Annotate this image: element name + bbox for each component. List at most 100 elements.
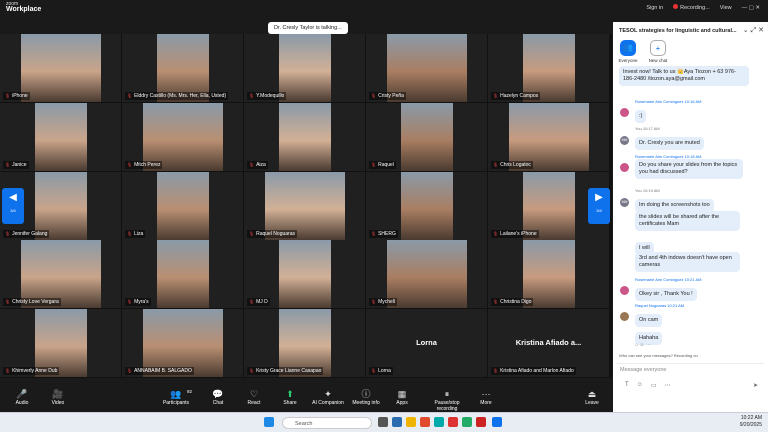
- audio-button[interactable]: 🎤 Audio: [4, 389, 40, 406]
- participant-tile[interactable]: Janice: [0, 103, 121, 171]
- recording-indicator[interactable]: Recording...: [673, 4, 710, 11]
- video-button[interactable]: 🎥 Video: [40, 389, 76, 406]
- emoji-icon[interactable]: ☺: [637, 382, 643, 389]
- toolbar-label: React: [247, 400, 261, 406]
- window-controls[interactable]: — ▢ ✕: [742, 5, 760, 11]
- message-list[interactable]: Invest now! Talk to us 👑Aya Tiozon + 63 …: [613, 66, 768, 352]
- toolbar-label: Audio: [15, 400, 29, 406]
- participant-video: [34, 103, 87, 171]
- toolbar-label: More: [480, 400, 492, 406]
- react-button[interactable]: ♡ React: [236, 389, 272, 406]
- tab-new-chat[interactable]: + New chat: [647, 40, 669, 63]
- ai-companion-button[interactable]: ✦ AI Companion: [310, 389, 346, 406]
- app-icon[interactable]: [378, 417, 388, 427]
- prev-page-button[interactable]: ◀ 3/4: [2, 188, 24, 224]
- pause-stop-recording-icon: ⏸: [444, 389, 450, 399]
- toolbar-label: Apps: [396, 400, 408, 406]
- participant-tile[interactable]: Aiza: [244, 103, 365, 171]
- view-button[interactable]: View: [720, 5, 732, 11]
- participant-video: [386, 240, 467, 308]
- participant-tile[interactable]: Cristy Peña: [366, 34, 487, 102]
- participant-tile[interactable]: Hazelyn Campos: [488, 34, 609, 102]
- apps-button[interactable]: ▦ Apps: [384, 389, 420, 406]
- active-speaker-banner: Dr. Cresly Taylor is talking...: [268, 22, 348, 34]
- chat-message: :): [635, 110, 647, 123]
- participant-tile[interactable]: Chris Logatoc: [488, 103, 609, 171]
- participant-name: Jennifer Galang: [3, 230, 50, 238]
- app-icon[interactable]: [476, 417, 486, 427]
- meeting-info-button[interactable]: ⓘ Meeting info: [348, 389, 384, 406]
- more-icon[interactable]: ⋯: [664, 382, 670, 389]
- more-button[interactable]: ⋯ More: [468, 389, 504, 406]
- participant-tile[interactable]: MJ D: [244, 240, 365, 308]
- reaction-icons[interactable]: ⌂ ☺ ⋯: [635, 342, 651, 348]
- message-meta: Rosemarie Aim Cominguez 10:16 AM: [635, 99, 702, 104]
- participant-name: Mitch Perez: [125, 161, 163, 169]
- format-icon[interactable]: T: [625, 382, 629, 389]
- participant-tile[interactable]: Mitch Perez: [122, 103, 243, 171]
- participant-tile[interactable]: Raquel Noguaras: [244, 172, 365, 240]
- chat-window-controls[interactable]: ⌄ ⤢ ✕: [743, 26, 764, 35]
- toolbar-label: Video: [51, 400, 65, 406]
- app-icon[interactable]: [462, 417, 472, 427]
- tab-everyone[interactable]: 👥 Everyone: [617, 40, 639, 63]
- participant-count: 92: [186, 389, 192, 394]
- message-meta: You 10:19 AM: [635, 188, 660, 193]
- file-icon[interactable]: ▭: [651, 382, 657, 389]
- participant-tile[interactable]: Kristina Afiado a... Kristina Afiado and …: [488, 309, 609, 377]
- participant-tile[interactable]: Liza: [122, 172, 243, 240]
- chat-button[interactable]: 💬 Chat: [200, 389, 236, 406]
- app-icon[interactable]: [448, 417, 458, 427]
- participant-name: iPhone: [3, 92, 30, 100]
- zoom-app-icon[interactable]: [492, 417, 502, 427]
- participant-display-name: Lorna: [416, 337, 437, 347]
- send-icon[interactable]: ➤: [753, 382, 758, 389]
- start-icon[interactable]: [264, 417, 274, 427]
- participant-tile[interactable]: Khimverly Anne Dub: [0, 309, 121, 377]
- participant-name: Y.Modequillo: [247, 92, 287, 100]
- app-icon[interactable]: [434, 417, 444, 427]
- participants-button[interactable]: 👥 Participants 92: [158, 389, 194, 406]
- share-button[interactable]: ⬆ Share: [272, 389, 308, 406]
- participant-tile[interactable]: Y.Modequillo: [244, 34, 365, 102]
- participant-tile[interactable]: Christina Digo: [488, 240, 609, 308]
- participant-tile[interactable]: Raquel: [366, 103, 487, 171]
- system-clock[interactable]: 10:22 AM 9/20/2025: [740, 415, 762, 429]
- meeting-info-icon: ⓘ: [361, 389, 371, 399]
- toolbar-label: AI Companion: [312, 400, 344, 406]
- participant-tile[interactable]: iPhone: [0, 34, 121, 102]
- participant-tile[interactable]: Christy Love Vergara: [0, 240, 121, 308]
- participant-tile[interactable]: Elddry Castillo (Ms. Mrs. Her, Ella, Ust…: [122, 34, 243, 102]
- participant-tile[interactable]: Lorna Lorna: [366, 309, 487, 377]
- participant-name: Raquel: [369, 161, 396, 169]
- participant-tile[interactable]: Kristy Grace Lianne Casapao: [244, 309, 365, 377]
- taskbar-search[interactable]: Search: [282, 417, 372, 429]
- participant-name: Hazelyn Campos: [491, 92, 541, 100]
- chat-message: Dr. Cresly you are muted: [635, 137, 704, 150]
- chat-message: Invest now! Talk to us 👑Aya Tiozon + 63 …: [619, 66, 749, 86]
- next-page-button[interactable]: ▶ 3/4: [588, 188, 610, 224]
- participant-video: [20, 34, 101, 102]
- app-icon[interactable]: [392, 417, 402, 427]
- record-icon: [673, 4, 679, 9]
- message-input[interactable]: Message everyone T ☺ ▭ ⋯ ➤: [617, 363, 764, 393]
- participant-video: [156, 240, 209, 308]
- chat-message: the slides will be shared after the cert…: [635, 211, 740, 231]
- sign-in-button[interactable]: Sign in: [646, 5, 663, 11]
- toolbar-label: Leave: [585, 400, 599, 406]
- folder-icon[interactable]: [406, 417, 416, 427]
- leave-button[interactable]: ⏏ Leave: [574, 389, 610, 406]
- participant-name: Elddry Castillo (Ms. Mrs. Her, Ella, Ust…: [125, 92, 229, 100]
- recording-notice[interactable]: Who can see your messages? Recording on: [619, 353, 698, 358]
- participant-tile[interactable]: Myra's: [122, 240, 243, 308]
- app-icon[interactable]: [420, 417, 430, 427]
- group-icon: 👥: [620, 40, 636, 56]
- participant-name: Kristy Grace Lianne Casapao: [247, 367, 324, 375]
- message-meta: Rosemarie Aim Cominguez 10:21 AM: [635, 277, 702, 282]
- avatar: [620, 286, 629, 295]
- participant-tile[interactable]: SHERG: [366, 172, 487, 240]
- pause-stop-recording-button[interactable]: ⏸ Pause/stop recording: [424, 389, 470, 412]
- participant-tile[interactable]: ANNABAIM B. SALGADO: [122, 309, 243, 377]
- participant-name: Lailane's iPhone: [491, 230, 539, 238]
- participant-tile[interactable]: Mychell: [366, 240, 487, 308]
